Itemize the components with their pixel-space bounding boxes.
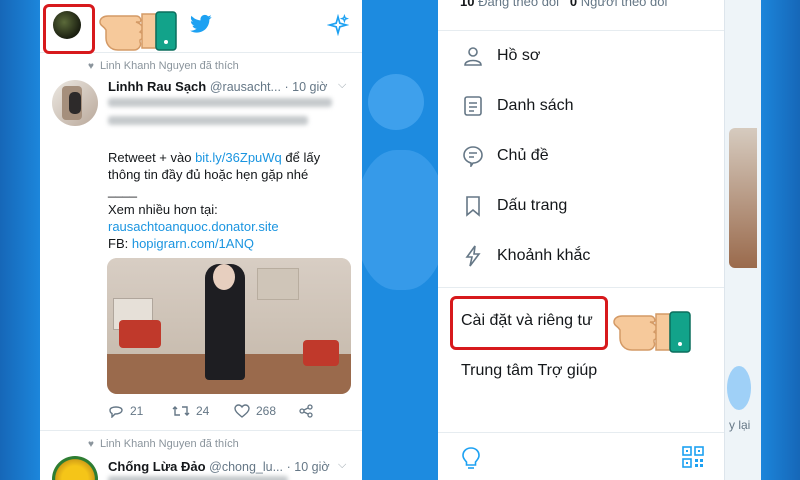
pointing-hand-icon <box>99 11 177 51</box>
menu-item-bookmarks[interactable]: Dấu trang <box>438 186 724 226</box>
tweet-photo[interactable] <box>107 258 351 394</box>
heart-icon: ♥ <box>88 439 94 450</box>
lightbulb-icon[interactable] <box>460 446 482 470</box>
timeline-peek: y lại <box>724 0 761 480</box>
bookmark-icon <box>466 196 480 217</box>
timeline-screen: ♥ Linh Khanh Nguyen đã thích Linhh Rau Sạ… <box>40 0 362 480</box>
menu-divider <box>438 30 724 31</box>
tweet-text-line: Retweet + vào bit.ly/36ZpuWq để lấy <box>108 150 321 165</box>
blurred-text <box>108 98 332 107</box>
liked-by-line: ♥ Linh Khanh Nguyen đã thích <box>88 60 239 72</box>
menu-item-label: Danh sách <box>497 97 574 114</box>
reply-button[interactable]: 21 <box>108 404 143 418</box>
tweet-text-line: thông tin đầy đủ hoặc hẹn gặp nhé <box>108 167 309 182</box>
tweet-divider <box>40 430 362 431</box>
menu-item-label: Dấu trang <box>497 197 568 214</box>
avatar-highlight-box <box>43 4 95 54</box>
topics-icon <box>463 146 483 167</box>
menu-divider <box>438 432 724 433</box>
tweet-text-line: FB: hopigrarn.com/1ANQ <box>108 236 254 251</box>
moments-icon <box>465 245 481 267</box>
liked-by-line: ♥ Linh Khanh Nguyen đã thích <box>88 438 239 450</box>
menu-item-lists[interactable]: Danh sách <box>438 86 724 126</box>
menu-divider <box>438 287 724 288</box>
share-button[interactable] <box>298 404 314 418</box>
blurred-text <box>108 476 288 480</box>
like-button[interactable]: 268 <box>234 404 276 418</box>
retweet-button[interactable]: 24 <box>172 404 209 418</box>
menu-item-topics[interactable]: Chủ đề <box>438 136 724 176</box>
tweet-avatar[interactable] <box>52 80 98 126</box>
background-right <box>760 0 800 480</box>
tweet-link[interactable]: rausachtoanquoc.donator.site <box>108 219 279 235</box>
heart-outline-icon <box>234 404 250 418</box>
peek-text: y lại <box>729 418 751 432</box>
tweet-author[interactable]: Chống Lừa Đảo @chong_lu... · 10 giờ <box>108 459 330 474</box>
help-center-link[interactable]: Trung tâm Trợ giúp <box>461 362 597 380</box>
menu-item-moments[interactable]: Khoảnh khắc <box>438 236 724 276</box>
sparkle-icon[interactable] <box>327 14 349 36</box>
side-menu: 10 Đang theo dõi 0 Người theo dõi Hồ sơ … <box>438 0 724 480</box>
tweet-avatar[interactable] <box>52 456 98 480</box>
background-middle <box>356 0 446 480</box>
tweet-text-line: ____ <box>108 183 137 198</box>
chevron-down-icon[interactable]: ⌵ <box>338 79 346 92</box>
menu-item-label: Chủ đề <box>497 147 549 164</box>
menu-item-label: Khoảnh khắc <box>497 247 591 264</box>
settings-highlight-box <box>450 296 608 350</box>
list-icon <box>464 96 482 116</box>
tweet-actions: 21 24 268 <box>108 404 358 420</box>
deco-circle <box>356 150 446 290</box>
blurred-text <box>108 116 308 125</box>
follow-counts: 10 Đang theo dõi 0 Người theo dõi <box>460 0 668 9</box>
deco-circle <box>368 74 424 130</box>
tweet-link[interactable]: hopigrarn.com/1ANQ <box>132 236 254 251</box>
menu-item-label: Hồ sơ <box>497 47 541 64</box>
tweet-text-line: Xem nhiều hơn tại: <box>108 202 218 217</box>
heart-icon: ♥ <box>88 61 94 72</box>
peek-photo <box>729 128 757 268</box>
twitter-bird-icon <box>190 14 212 33</box>
qr-code-icon[interactable] <box>682 446 704 468</box>
menu-item-profile[interactable]: Hồ sơ <box>438 36 724 76</box>
share-icon <box>299 404 313 418</box>
pointing-hand-icon <box>613 311 691 353</box>
retweet-icon <box>172 406 190 416</box>
reply-icon <box>109 406 123 418</box>
chevron-down-icon[interactable]: ⌵ <box>338 459 346 472</box>
tweet-link[interactable]: bit.ly/36ZpuWq <box>195 150 282 165</box>
profile-icon <box>464 47 482 66</box>
background-left <box>0 0 40 480</box>
tweet-author[interactable]: Linhh Rau Sạch @rausacht... · 10 giờ <box>108 79 328 94</box>
peek-fab <box>727 366 751 410</box>
